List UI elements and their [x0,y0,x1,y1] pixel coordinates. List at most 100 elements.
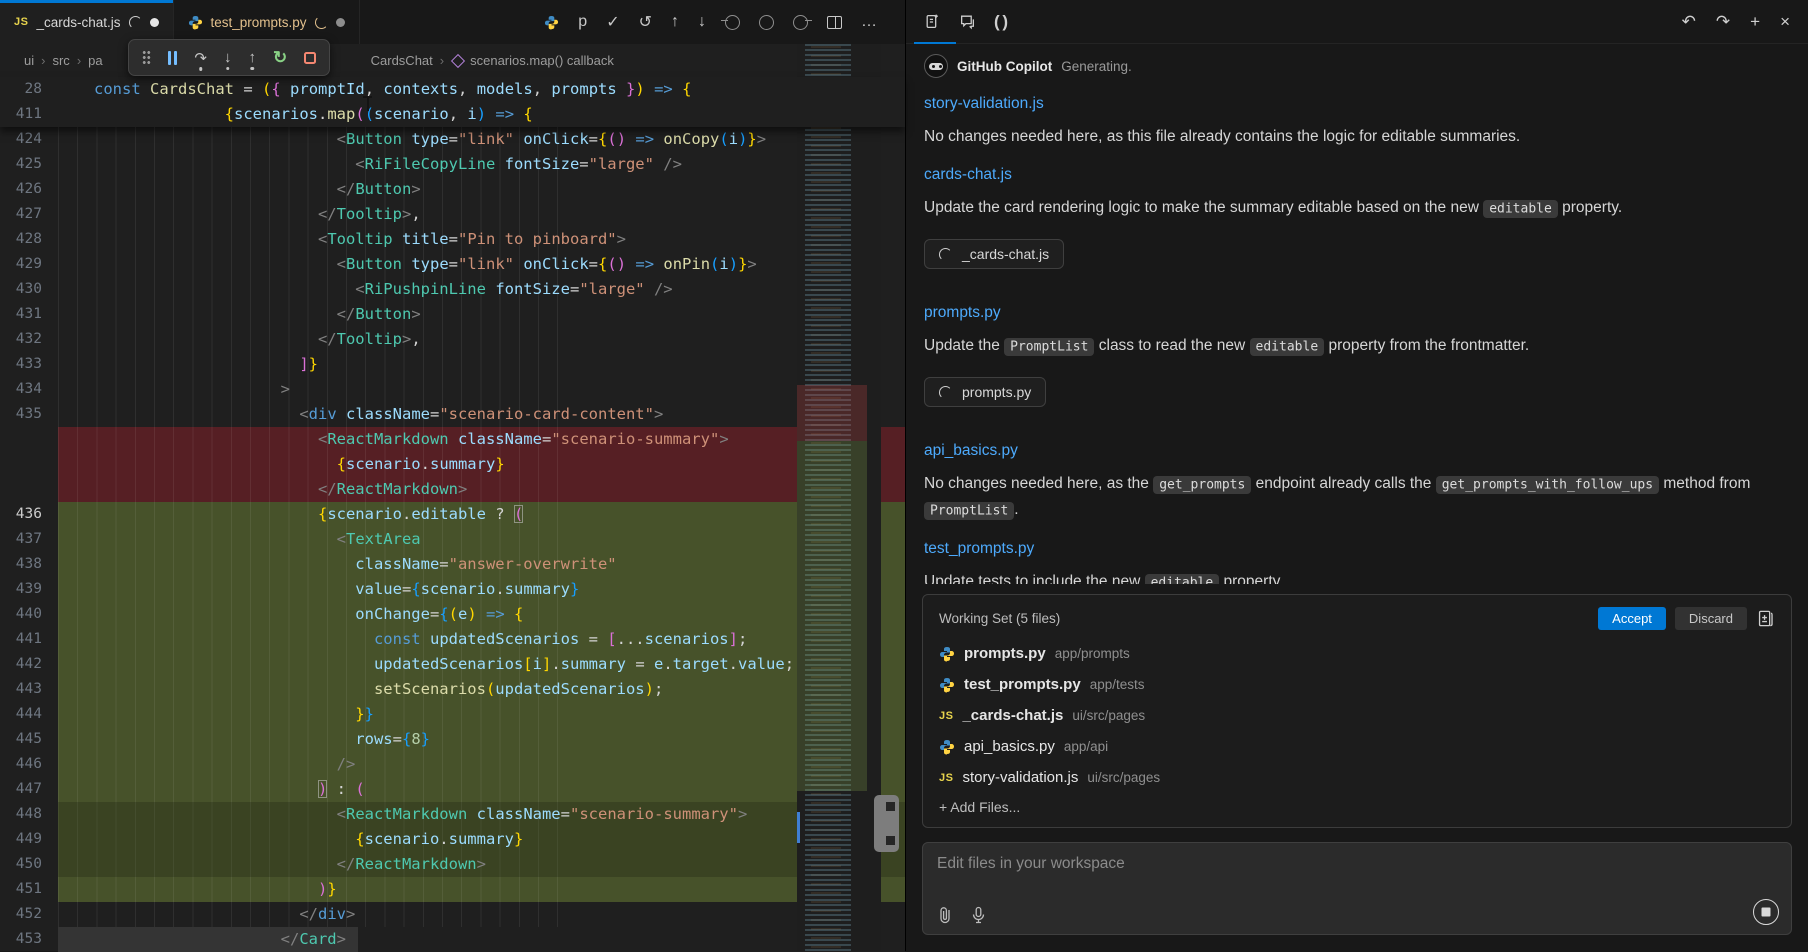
breadcrumb-item[interactable]: ui [24,53,34,68]
modified-dot-icon[interactable] [336,18,345,27]
line-number: 428 [0,227,58,252]
loading-spinner-icon [939,386,952,399]
tab-test-prompts[interactable]: test_prompts.py [174,0,360,44]
add-files-button[interactable]: + Add Files... [939,799,1775,815]
profile-letter[interactable]: p [578,13,587,31]
minimap-added-region [797,441,867,791]
code-line[interactable]: <ReactMarkdown className="scenario-summa… [0,427,905,452]
step-over-icon[interactable]: ↷ [194,49,207,67]
undo-icon[interactable]: ↺ [639,12,652,32]
breadcrumb-item[interactable]: scenarios.map() callback [470,53,614,68]
code-line[interactable]: 427 </Tooltip>, [0,202,905,227]
working-set-file[interactable]: api_basics.pyapp/api [939,731,1775,762]
stop-icon[interactable] [304,52,316,64]
step-into-icon[interactable]: ↓ [224,49,232,66]
undo-icon[interactable]: ↶ [1682,12,1696,32]
working-set-file[interactable]: JSstory-validation.jsui/src/pages [939,762,1775,793]
drag-grip-icon[interactable] [142,50,151,65]
code-line[interactable]: 443 setScenarios(updatedScenarios); [0,677,905,702]
python-file-icon [939,739,955,755]
file-link[interactable]: test_prompts.py [924,540,1790,558]
new-edit-session-icon[interactable] [924,13,941,30]
code-line[interactable]: 411 {scenarios.map((scenario, i) => { [0,102,905,127]
code-line[interactable]: 440 onChange={(e) => { [0,602,905,627]
tab-cards-chat[interactable]: JS _cards-chat.js [0,0,174,44]
code-line[interactable]: 444 }} [0,702,905,727]
navigate-up-icon[interactable]: ↑ [671,13,679,31]
code-line[interactable]: 449 {scenario.summary} [0,827,905,852]
pause-icon[interactable] [168,51,177,65]
more-actions-icon[interactable]: … [861,13,877,31]
code-line[interactable]: 450 </ReactMarkdown> [0,852,905,877]
file-link[interactable]: api_basics.py [924,442,1790,460]
redo-icon[interactable]: ↷ [1716,12,1730,32]
microphone-icon[interactable] [971,906,986,924]
code-line[interactable]: 448 <ReactMarkdown className="scenario-s… [0,802,905,827]
panel-resize-handle[interactable] [874,795,899,852]
code-line[interactable]: 425 <RiFileCopyLine fontSize="large" /> [0,152,905,177]
copilot-logo-icon[interactable]: ( ) [994,12,1007,32]
code-line[interactable]: 428 <Tooltip title="Pin to pinboard"> [0,227,905,252]
debug-toolbar: ↷ ↓ ↑ ↻ [128,39,330,76]
code-line[interactable]: 445 rows={8} [0,727,905,752]
run-above-icon[interactable] [725,15,740,30]
file-link[interactable]: story-validation.js [924,95,1790,113]
close-icon[interactable]: × [1780,12,1790,32]
code-line[interactable]: {scenario.summary} [0,452,905,477]
code-line[interactable]: 435 <div className="scenario-card-conten… [0,402,905,427]
split-editor-icon[interactable] [827,16,842,29]
run-below-icon[interactable] [793,15,808,30]
code-area[interactable]: 424 <Button type="link" onClick={() => o… [0,127,905,952]
code-line[interactable]: 439 value={scenario.summary} [0,577,905,602]
working-set-file[interactable]: test_prompts.pyapp/tests [939,669,1775,700]
modified-dot-icon[interactable] [150,18,159,27]
code-line[interactable]: 431 </Button> [0,302,905,327]
code-line[interactable]: 426 </Button> [0,177,905,202]
run-cell-icon[interactable] [759,15,774,30]
code-line[interactable]: 433 ]} [0,352,905,377]
file-link[interactable]: prompts.py [924,304,1790,322]
line-number [0,477,58,502]
code-line[interactable]: 452 </div> [0,902,905,927]
working-set-file[interactable]: JS_cards-chat.jsui/src/pages [939,700,1775,731]
code-line[interactable]: 442 updatedScenarios[i].summary = e.targ… [0,652,905,677]
code-line[interactable]: 424 <Button type="link" onClick={() => o… [0,127,905,152]
code-line[interactable]: 436 {scenario.editable ? ( [0,502,905,527]
code-line[interactable]: 429 <Button type="link" onClick={() => o… [0,252,905,277]
breadcrumb-item[interactable]: src [52,53,69,68]
code-line[interactable]: 28const CardsChat = ({ promptId, context… [0,77,905,102]
step-out-icon[interactable]: ↑ [248,49,256,66]
code-line[interactable]: 441 const updatedScenarios = [...scenari… [0,627,905,652]
view-diff-icon[interactable] [1756,609,1775,628]
code-line[interactable]: 432 </Tooltip>, [0,327,905,352]
file-progress-chip[interactable]: _cards-chat.js [924,239,1064,269]
chat-paragraph: No changes needed here, as the get_promp… [924,471,1790,523]
accept-button[interactable]: Accept [1598,607,1666,630]
stop-generating-button[interactable] [1753,899,1779,925]
add-icon[interactable]: + [1750,12,1760,32]
code-line[interactable]: 446 /> [0,752,905,777]
navigate-down-icon[interactable]: ↓ [698,13,706,31]
check-icon[interactable]: ✓ [606,12,619,32]
code-line[interactable]: 447 ) : ( [0,777,905,802]
code-line[interactable]: 437 <TextArea [0,527,905,552]
breadcrumb-item[interactable]: pa [88,53,102,68]
python-interpreter-icon[interactable] [544,15,559,30]
file-link[interactable]: cards-chat.js [924,166,1790,184]
file-progress-chip[interactable]: prompts.py [924,377,1046,407]
breadcrumb-item[interactable]: CardsChat [371,53,433,68]
discard-button[interactable]: Discard [1675,607,1747,630]
chat-input[interactable]: Edit files in your workspace [922,842,1792,935]
code-line[interactable]: 453 </Card> [0,927,905,952]
attach-icon[interactable] [937,906,953,924]
working-set-file[interactable]: prompts.pyapp/prompts [939,638,1775,669]
minimap[interactable] [797,44,881,951]
code-line[interactable]: </ReactMarkdown> [0,477,905,502]
code-line[interactable]: 451 )} [0,877,905,902]
code-line[interactable]: 434 > [0,377,905,402]
chat-view-icon[interactable] [959,13,976,30]
line-number: 439 [0,577,58,602]
code-line[interactable]: 438 className="answer-overwrite" [0,552,905,577]
code-line[interactable]: 430 <RiPushpinLine fontSize="large" /> [0,277,905,302]
restart-icon[interactable]: ↻ [273,49,287,66]
